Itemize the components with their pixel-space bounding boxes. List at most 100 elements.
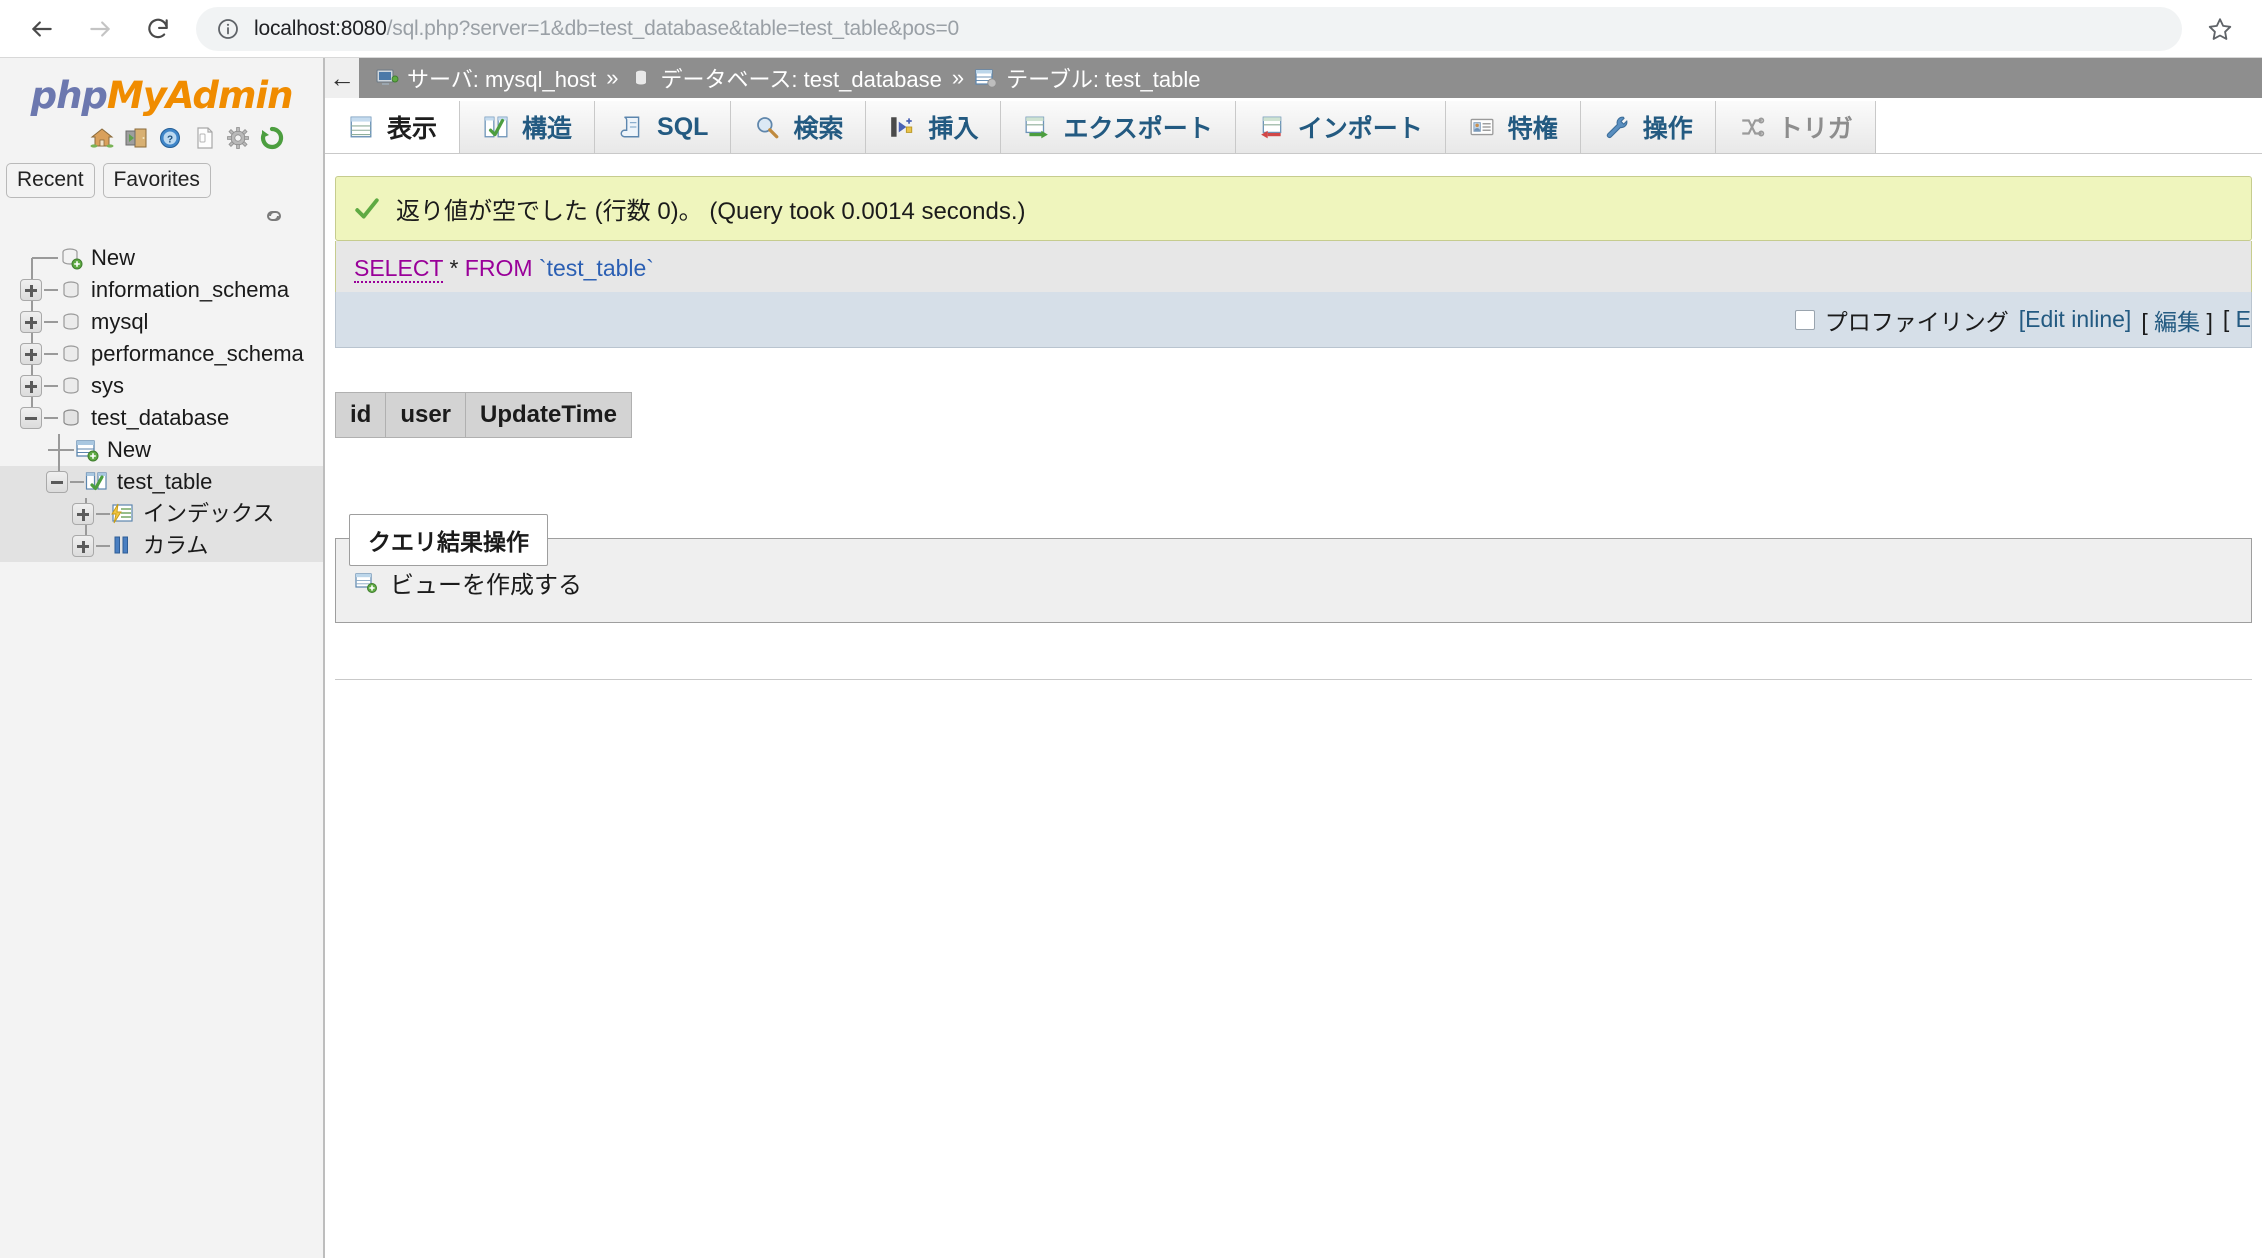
- reload-button[interactable]: [138, 9, 178, 49]
- back-button[interactable]: [22, 9, 62, 49]
- tab-label: 挿入: [928, 115, 979, 143]
- tree-item-sys[interactable]: sys: [0, 370, 323, 403]
- server-icon: [375, 66, 399, 90]
- table-icon: [84, 469, 110, 495]
- profiling-toolbar: プロファイリング [Edit inline] [ [ 編集 ]編集 ] [ E: [335, 292, 2252, 348]
- database-icon: [58, 373, 84, 399]
- tree-item-mysql[interactable]: mysql: [0, 306, 323, 339]
- profiling-checkbox[interactable]: [1794, 309, 1815, 330]
- columns-icon: [110, 533, 136, 559]
- privileges-icon: [1468, 113, 1496, 141]
- tree-item-information-schema[interactable]: information_schema: [0, 274, 323, 307]
- triggers-icon: [1738, 113, 1766, 141]
- content-divider: [335, 679, 2252, 680]
- import-icon: [1258, 113, 1286, 141]
- edit-link-text[interactable]: 編集: [2154, 309, 2200, 335]
- tree-item-performance-schema[interactable]: performance_schema: [0, 338, 323, 371]
- breadcrumb-database-label: データベース: test_database: [660, 67, 942, 92]
- tree-label: test_table: [117, 469, 213, 495]
- address-bar[interactable]: localhost:8080/sql.php?server=1&db=test_…: [196, 6, 2182, 51]
- tab-browse[interactable]: 表示: [325, 101, 461, 153]
- tree-item-columns[interactable]: カラム: [0, 530, 323, 563]
- breadcrumb-separator: »: [951, 65, 965, 90]
- tab-label: 構造: [522, 115, 573, 143]
- tree-item-test-database[interactable]: test_database: [0, 402, 323, 434]
- sql-keyword-select[interactable]: SELECT: [354, 255, 444, 283]
- url-path: /sql.php?server=1&db=test_database&table…: [386, 16, 960, 40]
- tree-item-new-table[interactable]: New: [0, 434, 323, 467]
- tree-label: test_database: [91, 405, 230, 431]
- refresh-icon[interactable]: [259, 125, 285, 151]
- database-new-icon: [58, 245, 84, 271]
- breadcrumb-database[interactable]: データベース: test_database: [629, 62, 942, 94]
- bookmark-star-icon[interactable]: [2200, 9, 2240, 49]
- tree-label: information_schema: [91, 277, 290, 303]
- collapse-icon[interactable]: [20, 407, 42, 430]
- tree-item-test-table[interactable]: test_table: [0, 466, 323, 499]
- tab-export[interactable]: エクスポート: [1001, 101, 1236, 153]
- explain-link-text[interactable]: E: [2236, 306, 2251, 332]
- tree-label: インデックス: [143, 501, 275, 527]
- create-view-link[interactable]: ビューを作成する: [390, 565, 582, 600]
- tab-insert[interactable]: 挿入: [866, 101, 1002, 153]
- tree-label: New: [107, 437, 152, 463]
- table-icon: [974, 66, 998, 90]
- profiling-label: プロファイリング: [1824, 308, 2009, 335]
- query-actions-fieldset: クエリ結果操作 ビューを作成する: [335, 514, 2252, 623]
- tab-favorites[interactable]: Favorites: [102, 163, 211, 199]
- tree-label: カラム: [143, 533, 209, 559]
- main-panel: ← サーバ: mysql_host » データベース: test_databas…: [325, 58, 2262, 1258]
- sidebar-tabs: Recent Favorites: [0, 151, 323, 199]
- navigation-sidebar: phpMyAdmin ? Recent Favorites New inform…: [0, 58, 325, 1258]
- site-info-icon[interactable]: [216, 17, 240, 41]
- forward-button[interactable]: [80, 9, 120, 49]
- tab-import[interactable]: インポート: [1235, 101, 1446, 153]
- column-header-user[interactable]: user: [385, 392, 467, 438]
- tab-search[interactable]: 検索: [731, 101, 867, 153]
- expand-icon[interactable]: [20, 375, 42, 398]
- tab-privileges[interactable]: 特権: [1445, 101, 1581, 153]
- tab-triggers[interactable]: トリガ: [1715, 101, 1876, 153]
- query-result-text: 返り値が空でした (行数 0)。 (Query took 0.0014 seco…: [396, 198, 1026, 225]
- help-icon[interactable]: ?: [157, 125, 183, 151]
- expand-icon[interactable]: [20, 343, 42, 366]
- explain-link-truncated[interactable]: [ E: [2223, 306, 2251, 333]
- database-icon: [629, 66, 653, 90]
- docs-icon[interactable]: [191, 125, 217, 151]
- back-to-previous-icon[interactable]: ←: [325, 58, 359, 98]
- tab-recent[interactable]: Recent: [6, 163, 95, 199]
- url-text: localhost:8080/sql.php?server=1&db=test_…: [254, 17, 959, 41]
- expand-icon[interactable]: [72, 535, 94, 558]
- tab-label: 検索: [793, 115, 844, 143]
- collapse-icon[interactable]: [46, 471, 68, 494]
- index-icon: [110, 501, 136, 527]
- link-with-main-panel-icon[interactable]: [263, 208, 285, 224]
- tree-item-indexes[interactable]: インデックス: [0, 498, 323, 531]
- breadcrumb-server[interactable]: サーバ: mysql_host: [375, 62, 596, 94]
- logout-icon[interactable]: [123, 125, 149, 151]
- edit-inline-link[interactable]: [Edit inline]: [2019, 306, 2132, 333]
- tab-label: インポート: [1297, 115, 1423, 143]
- edit-link-wrapper[interactable]: [ [ 編集 ]編集 ]: [2141, 303, 2213, 337]
- content-area: 返り値が空でした (行数 0)。 (Query took 0.0014 seco…: [325, 176, 2262, 680]
- breadcrumb-table[interactable]: テーブル: test_table: [974, 62, 1200, 94]
- tab-bar: 表示 構造 SQL 検索 挿入 エクスポート インポート 特権 操作 トリガ: [325, 98, 2262, 154]
- tree-item-new-database[interactable]: New: [0, 242, 323, 275]
- tab-structure[interactable]: 構造: [460, 101, 596, 153]
- column-header-id[interactable]: id: [334, 392, 387, 438]
- expand-icon[interactable]: [72, 503, 94, 526]
- query-result-message: 返り値が空でした (行数 0)。 (Query took 0.0014 seco…: [335, 176, 2252, 241]
- column-header-updatetime[interactable]: UpdateTime: [465, 392, 632, 438]
- tree-label: sys: [91, 373, 124, 399]
- expand-icon[interactable]: [20, 311, 42, 334]
- tab-operations[interactable]: 操作: [1580, 101, 1716, 153]
- phpmyadmin-logo[interactable]: phpMyAdmin: [0, 58, 323, 117]
- expand-icon[interactable]: [20, 279, 42, 302]
- create-view-icon: [354, 571, 378, 595]
- tab-label: 操作: [1642, 115, 1693, 143]
- tab-sql[interactable]: SQL: [595, 101, 732, 153]
- breadcrumb-list: サーバ: mysql_host » データベース: test_database …: [359, 62, 1200, 94]
- home-icon[interactable]: [89, 125, 115, 151]
- settings-gear-icon[interactable]: [225, 125, 251, 151]
- sql-keyword-from[interactable]: FROM: [465, 255, 533, 281]
